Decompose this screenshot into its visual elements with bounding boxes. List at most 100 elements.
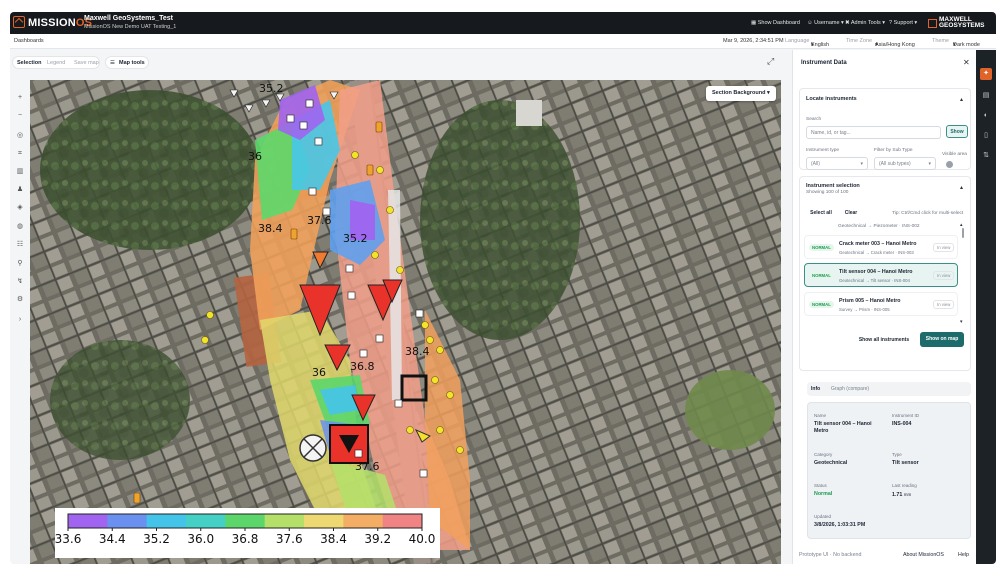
project-name: MissionOS New Demo UAT Testing_1 [84, 24, 177, 30]
subtype-select[interactable]: (All sub types) ▾ [874, 157, 936, 170]
in-view-badge: In view [933, 300, 955, 309]
close-icon[interactable]: ✕ [963, 58, 970, 67]
colorbar-legend: 33.6 34.4 35.2 36.0 36.8 37.6 38.4 39.2 40.0 [55, 508, 440, 558]
map-mode-segmented: Selection Legend Save map [12, 56, 100, 69]
transfer-icon[interactable]: ⇅ [980, 150, 992, 162]
instrument-type-select[interactable]: (All) ▾ [806, 157, 868, 170]
visible-area-toggle[interactable] [946, 161, 953, 168]
colorbar-segment [68, 514, 108, 528]
status-badge: NORMAL [809, 244, 834, 251]
fullscreen-icon[interactable]: ⤢ [767, 56, 774, 67]
save-map-tab[interactable]: Save map [74, 60, 99, 66]
instrument-type-label: Instrument type [806, 148, 840, 153]
colorbar-tick-label: 38.4 [320, 532, 347, 546]
in-view-badge: In view [933, 271, 955, 280]
contour-label: 36 [248, 150, 262, 163]
missionos-logo[interactable]: MISSIONOS [13, 16, 92, 29]
layers-icon[interactable]: ◈ [14, 202, 26, 214]
list-item-selected[interactable]: NORMAL Tilt sensor 004 – Hanoi Metro Geo… [804, 263, 958, 287]
show-dashboard-link[interactable]: ▦ Show Dashboard [751, 20, 800, 26]
section-background-dropdown[interactable]: Section Background ▾ [706, 86, 776, 101]
detail-tabs: Info Graph (compare) [807, 382, 971, 396]
contour-label: 36.8 [350, 360, 375, 373]
admin-tools-menu[interactable]: ✖ Admin Tools ▾ [845, 20, 885, 26]
colorbar-segment [146, 514, 187, 528]
instrument-rail-icon[interactable]: ✦ [980, 68, 992, 80]
support-menu[interactable]: ? Support ▾ [889, 20, 917, 26]
selection-count: Showing 100 of 100 [806, 190, 849, 195]
instrument-data-panel: Instrument Data ✕ Locate instruments ▴ S… [792, 50, 976, 564]
list-scrollbar[interactable] [962, 228, 964, 238]
company-logo: MAXWELL GEOSYSTEMS [928, 16, 985, 29]
document-icon[interactable]: ▯ [980, 130, 992, 142]
tab-graph-compare[interactable]: Graph (compare) [831, 386, 869, 392]
legend-tab[interactable]: Legend [47, 60, 65, 66]
chevron-down-icon: ▾ [839, 20, 844, 26]
colorbar-segment [304, 514, 344, 528]
tab-info[interactable]: Info [811, 386, 820, 392]
about-link[interactable]: About MissionOS [903, 552, 944, 558]
show-button[interactable]: Show [946, 125, 968, 138]
buildings-icon[interactable]: ▥ [14, 166, 26, 178]
last-reading-value: 1.71 mm [892, 492, 912, 498]
person-icon[interactable]: ♟ [14, 184, 26, 196]
language-label: Language [785, 38, 810, 44]
map-tools-button[interactable]: ☰ Map tools [105, 56, 149, 69]
grid-icon: ▦ [751, 20, 758, 26]
colorbar-segment [343, 514, 384, 528]
search-label: Search [806, 117, 822, 122]
category-value: Geotechnical [814, 460, 848, 466]
breadcrumb[interactable]: Dashboards [14, 38, 44, 44]
route-icon[interactable]: ↯ [14, 276, 26, 288]
search-input[interactable]: Name, id, or tag... [806, 126, 941, 139]
contour-label: 35.2 [343, 232, 368, 245]
pin-icon[interactable]: ⚲ [14, 258, 26, 270]
print-icon[interactable]: ▤ [980, 90, 992, 102]
show-all-instruments-button[interactable]: Show all instruments [856, 334, 912, 347]
expand-rail-icon[interactable]: › [14, 314, 26, 326]
zoom-out-icon[interactable]: − [14, 110, 26, 122]
colorbar-tick-label: 34.4 [99, 532, 126, 546]
subtype-label: Filter by Sub Type [874, 148, 913, 153]
list-icon[interactable]: ☷ [14, 239, 26, 251]
contour-label: 35.2 [259, 82, 284, 95]
select-all-button[interactable]: Select all [806, 207, 836, 220]
locate-title: Locate instruments [806, 96, 857, 102]
theme-label: Theme [932, 38, 950, 44]
locate-instruments-card: Locate instruments ▴ Search Name, id, or… [799, 88, 971, 170]
settings-icon[interactable]: ⚙ [14, 294, 26, 306]
map-canvas[interactable]: 35.2 36 37.6 38.4 35.2 36 36.8 37.6 38.4 [30, 80, 781, 564]
top-bar: MISSIONOS Maxwell GeoSystems_Test Missio… [10, 12, 996, 34]
list-item[interactable]: NORMAL Crack meter 003 – Hanoi Metro Geo… [804, 235, 958, 259]
chevron-up-icon[interactable]: ▴ [960, 184, 963, 191]
visible-area-label: Visible area [942, 152, 967, 157]
list-item[interactable]: NORMAL Prism 005 – Hanoi Metro Survey → … [804, 292, 958, 316]
updated-value: 3/8/2026, 1:03:31 PM [814, 522, 866, 528]
help-link[interactable]: Help [958, 552, 969, 558]
chevron-down-icon: ▾ [811, 42, 814, 48]
zoom-in-icon[interactable]: + [14, 92, 26, 104]
missionos-logo-icon [13, 16, 25, 28]
show-on-map-button[interactable]: Show on map [920, 332, 964, 347]
globe-icon[interactable]: ◍ [14, 221, 26, 233]
timezone-label: Time Zone [846, 38, 873, 44]
crop-icon[interactable]: ⌗ [14, 148, 26, 160]
contour-label: 36 [312, 366, 326, 379]
colorbar-tick-label: 36.8 [232, 532, 259, 546]
username-menu[interactable]: ☺ Username ▾ [807, 20, 844, 26]
scroll-down-icon[interactable]: ▾ [960, 319, 963, 325]
instrument-info-card: Name Tilt sensor 004 – Hanoi Metro Instr… [807, 402, 971, 539]
maxwell-logo-icon [928, 19, 937, 28]
instrument-id-value: INS-004 [892, 421, 912, 427]
app-rail: ✦ ▤ ◐ ▯ ⇅ [976, 50, 996, 564]
chart-pie-icon[interactable]: ◐ [980, 110, 992, 122]
instrument-name-value: Tilt sensor 004 – Hanoi Metro [814, 421, 872, 434]
locate-icon[interactable]: ◎ [14, 130, 26, 142]
map-svg[interactable]: 35.2 36 37.6 38.4 35.2 36 36.8 37.6 38.4 [30, 80, 781, 564]
current-datetime: Mar 9, 2026, 2:34:51 PM [723, 38, 784, 44]
contour-label: 38.4 [258, 222, 283, 235]
chevron-up-icon[interactable]: ▴ [960, 96, 963, 103]
selection-tab[interactable]: Selection [17, 60, 41, 66]
clear-button[interactable]: Clear [841, 207, 861, 220]
contour-label: 38.4 [405, 345, 430, 358]
